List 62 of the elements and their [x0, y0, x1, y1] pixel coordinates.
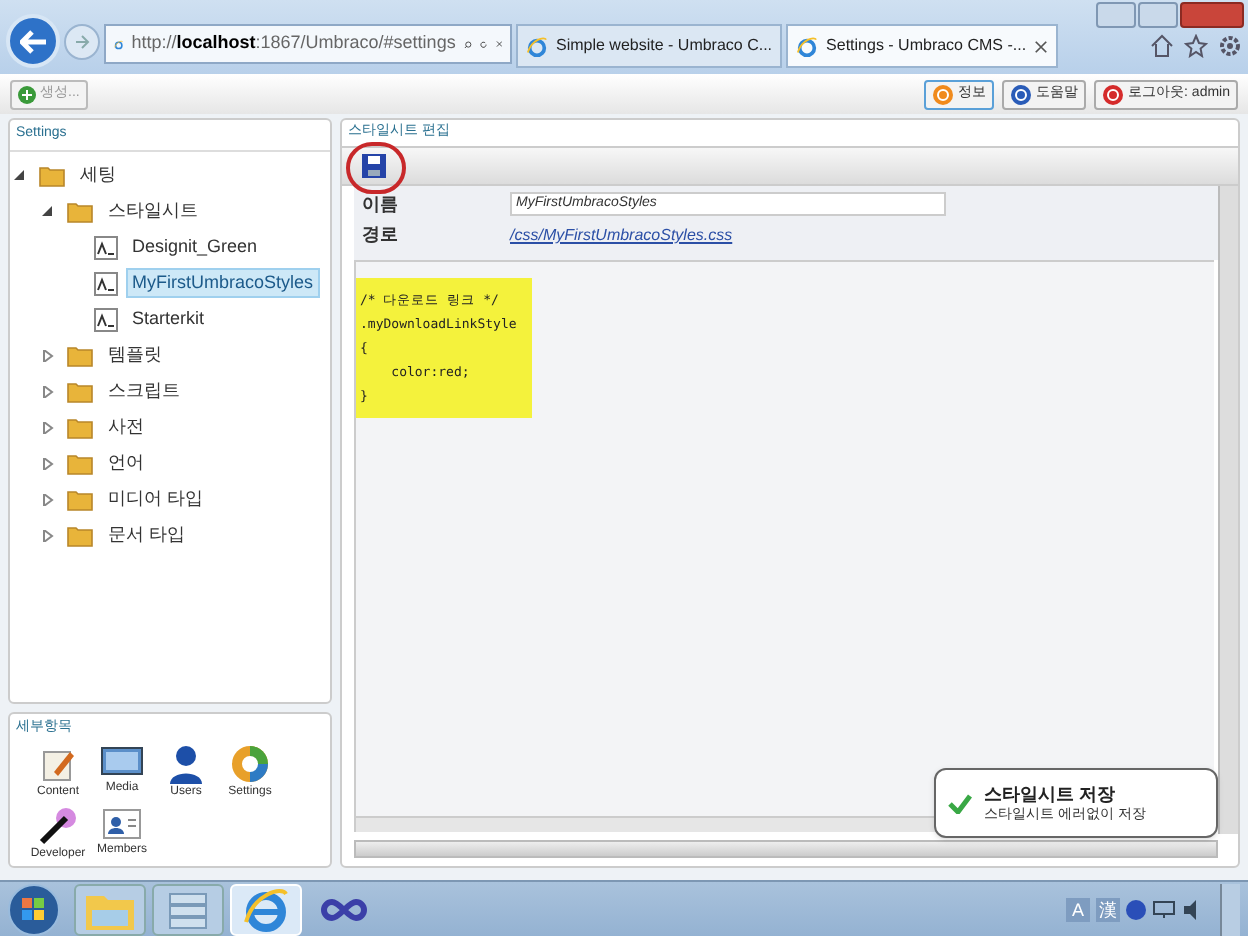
settings-icon[interactable]: [1218, 34, 1242, 58]
horizontal-scrollbar[interactable]: [354, 840, 1218, 858]
stacked-pages-icon: [164, 887, 212, 931]
infinity-icon: [320, 897, 368, 921]
save-button[interactable]: [362, 152, 388, 178]
star-icon[interactable]: [1184, 34, 1208, 58]
tree-item[interactable]: 스타일시트: [102, 195, 204, 227]
browser-tab[interactable]: Settings - Umbraco CMS -...: [786, 24, 1059, 68]
tree-item[interactable]: 미디어 타입: [102, 483, 210, 515]
stylesheet-icon: [94, 307, 118, 331]
start-button[interactable]: [8, 883, 60, 935]
field-label: 이름: [362, 191, 400, 217]
check-icon: [948, 793, 972, 813]
folder-icon: [66, 451, 94, 475]
tree-item[interactable]: 언어: [102, 447, 150, 479]
tree-item[interactable]: 스크립트: [102, 375, 186, 407]
tree-item[interactable]: MyFirstUmbracoStyles: [126, 267, 320, 299]
vertical-scrollbar[interactable]: [1218, 185, 1238, 834]
tree-item[interactable]: Starterkit: [126, 303, 211, 335]
plus-icon: [18, 85, 36, 103]
windows-logo-icon: [22, 897, 46, 921]
folder-icon: [66, 415, 94, 439]
maximize-button[interactable]: [1138, 2, 1178, 28]
back-button[interactable]: [6, 14, 60, 68]
stylesheet-icon: [94, 235, 118, 259]
address-bar[interactable]: http://localhost:1867/Umbraco/#settings: [104, 24, 512, 64]
member-card-icon: [102, 805, 142, 841]
arrow-right-icon: [74, 34, 90, 50]
folder-icon: [38, 163, 66, 187]
browser-e-icon: [526, 35, 548, 57]
browser-tab[interactable]: Simple website - Umbraco C...: [516, 24, 783, 68]
taskbar-app[interactable]: [152, 883, 224, 935]
network-icon[interactable]: [1152, 899, 1176, 919]
folder-icon: [66, 199, 94, 223]
search-icon[interactable]: [463, 35, 472, 53]
wand-icon: [38, 805, 78, 845]
tree-item[interactable]: 문서 타입: [102, 519, 192, 551]
home-icon[interactable]: [1150, 34, 1174, 58]
expander-icon[interactable]: [42, 205, 58, 217]
folder-icon: [66, 343, 94, 367]
folder-icon: [66, 523, 94, 547]
path-link[interactable]: /css/MyFirstUmbracoStyles.css: [510, 223, 733, 248]
minimize-button[interactable]: [1096, 2, 1136, 28]
tree-item[interactable]: Designit_Green: [126, 231, 264, 263]
tree-item[interactable]: 세팅: [74, 159, 122, 191]
browser-e-icon: [242, 885, 290, 933]
monitor-icon: [100, 743, 144, 779]
field-label: 경로: [362, 222, 400, 248]
color-wheel-icon: [230, 743, 270, 783]
user-icon: [168, 743, 204, 783]
expander-icon[interactable]: [14, 169, 30, 181]
folder-icon: [66, 487, 94, 511]
browser-e-icon: [796, 35, 819, 57]
folder-icon: [66, 379, 94, 403]
tree-item[interactable]: 템플릿: [102, 339, 168, 371]
tree-item[interactable]: 사전: [102, 411, 150, 443]
show-desktop-button[interactable]: [1220, 883, 1240, 935]
arrow-left-icon: [19, 29, 47, 53]
address-text: http://localhost:1867/Umbraco/#settings: [131, 30, 456, 57]
stylesheet-icon: [94, 271, 118, 295]
forward-button[interactable]: [64, 24, 100, 60]
notification-title: 스타일시트 저장: [984, 783, 1118, 805]
